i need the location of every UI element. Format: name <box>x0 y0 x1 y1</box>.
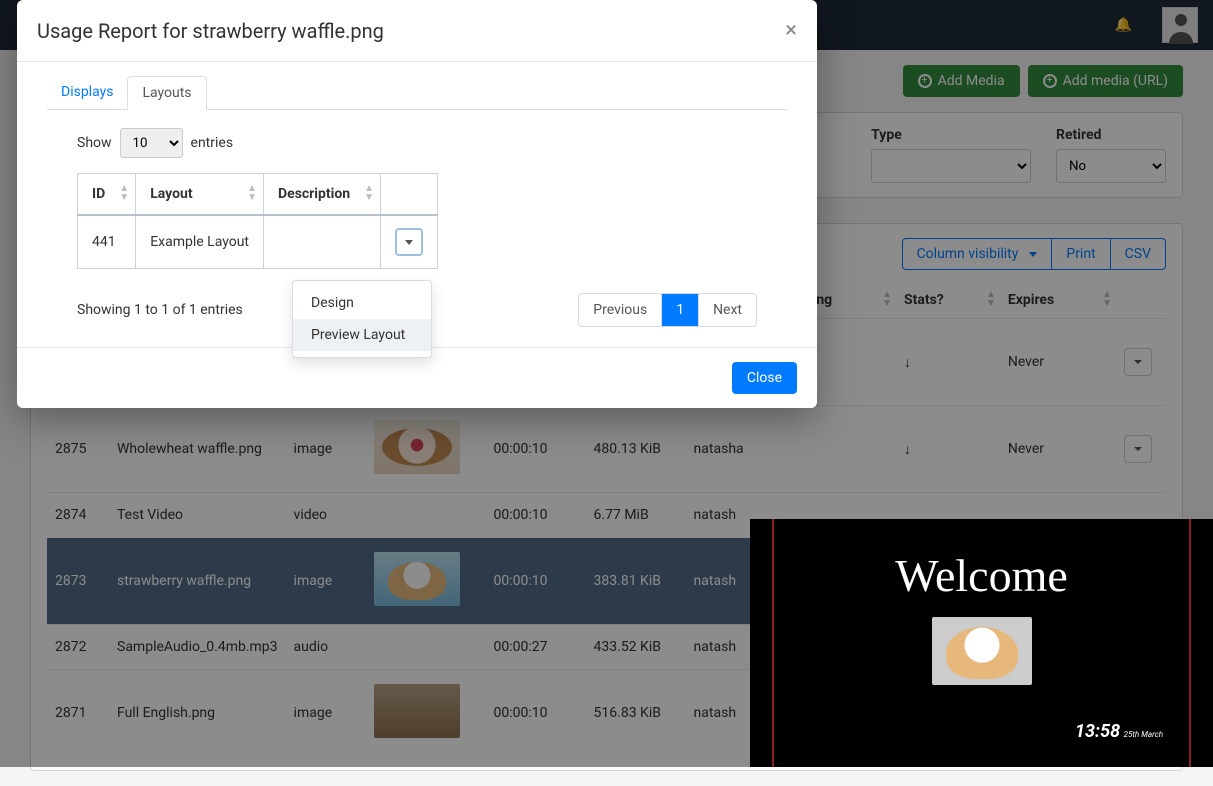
entries-label: entries <box>191 135 234 151</box>
preview-accent-left <box>772 519 774 767</box>
table-info: Showing 1 to 1 of 1 entries <box>77 302 243 318</box>
preview-image <box>932 617 1032 685</box>
caret-down-icon <box>405 240 413 245</box>
cell-description <box>264 215 381 269</box>
col-id[interactable]: ID▲▼ <box>78 174 136 216</box>
pagination: Previous 1 Next <box>578 293 757 327</box>
col-layout[interactable]: Layout▲▼ <box>136 174 264 216</box>
page-prev[interactable]: Previous <box>579 294 661 326</box>
preview-accent-right <box>1189 519 1191 767</box>
close-icon[interactable]: × <box>785 18 797 43</box>
page-length-select[interactable]: 10 <box>120 128 183 158</box>
layouts-table: ID▲▼ Layout▲▼ Description▲▼ 441 Example … <box>77 173 438 269</box>
cell-layout: Example Layout <box>136 215 264 269</box>
layout-preview: Welcome 13:58 25th March <box>750 519 1213 767</box>
page-1[interactable]: 1 <box>661 294 698 326</box>
preview-clock: 13:58 25th March <box>1075 721 1163 742</box>
modal-header: Usage Report for strawberry waffle.png × <box>17 0 817 62</box>
cell-id: 441 <box>78 215 136 269</box>
modal-title: Usage Report for strawberry waffle.png <box>37 19 384 43</box>
col-description[interactable]: Description▲▼ <box>264 174 381 216</box>
row-action-menu: Design Preview Layout <box>292 280 432 358</box>
show-label: Show <box>77 135 112 151</box>
row-action-button[interactable] <box>395 228 423 256</box>
page-next[interactable]: Next <box>698 294 756 326</box>
menu-item-design[interactable]: Design <box>293 287 431 319</box>
modal-tabs: Displays Layouts <box>47 76 787 110</box>
tab-displays[interactable]: Displays <box>47 76 127 109</box>
usage-report-modal: Usage Report for strawberry waffle.png ×… <box>17 0 817 408</box>
page-length-control: Show 10 entries <box>77 128 787 158</box>
layouts-table-row: 441 Example Layout <box>78 215 438 269</box>
menu-item-preview-layout[interactable]: Preview Layout <box>293 319 431 351</box>
tab-layouts[interactable]: Layouts <box>127 76 206 110</box>
close-button[interactable]: Close <box>732 362 797 394</box>
preview-welcome-text: Welcome <box>750 549 1213 602</box>
